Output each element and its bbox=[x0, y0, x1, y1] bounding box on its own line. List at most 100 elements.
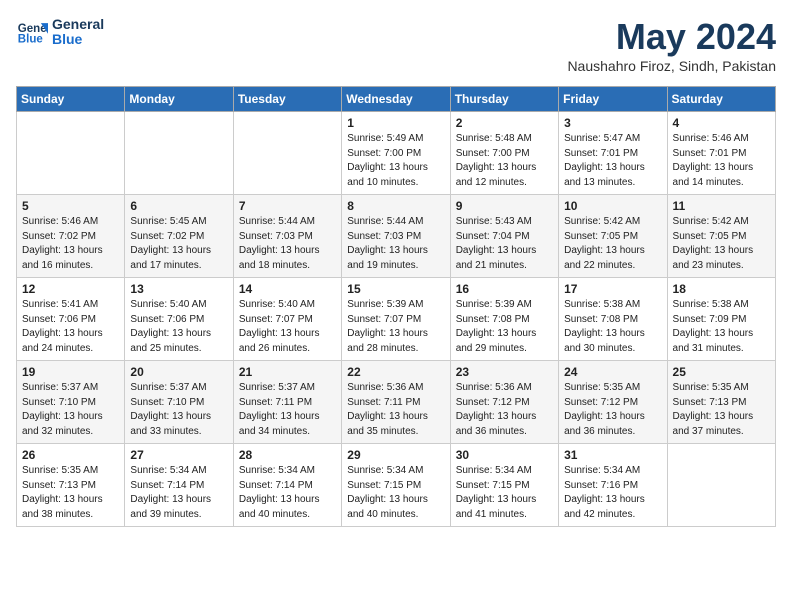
calendar-cell: 3 Sunrise: 5:47 AM Sunset: 7:01 PM Daylig… bbox=[559, 112, 667, 195]
calendar-header-sunday: Sunday bbox=[17, 87, 125, 112]
calendar-cell: 19Sunrise: 5:37 AM Sunset: 7:10 PM Dayli… bbox=[17, 361, 125, 444]
calendar-cell: 28 Sunrise: 5:34 AM Sunset: 7:14 PM Dayli… bbox=[233, 444, 341, 527]
calendar-cell bbox=[125, 112, 233, 195]
calendar-cell bbox=[667, 444, 775, 527]
svg-text:Blue: Blue bbox=[18, 34, 44, 46]
day-info: Sunrise: 5:34 AM Sunset: 7:15 PM Dayligh… bbox=[347, 464, 444, 522]
day-info: Sunrise: 5:42 AM Sunset: 7:05 PM Dayligh… bbox=[673, 215, 770, 273]
calendar-cell: 11Sunrise: 5:42 AM Sunset: 7:05 PM Dayli… bbox=[667, 195, 775, 278]
day-number: 19 bbox=[22, 365, 119, 379]
day-info: Sunrise: 5:40 AM Sunset: 7:06 PM Dayligh… bbox=[130, 298, 227, 356]
day-info: Sunrise: 5:36 AM Sunset: 7:12 PM Dayligh… bbox=[456, 381, 553, 439]
day-number: 29 bbox=[347, 448, 444, 462]
day-info: Sunrise: 5:49 AM Sunset: 7:00 PM Dayligh… bbox=[347, 132, 444, 190]
location: Naushahro Firoz, Sindh, Pakistan bbox=[567, 58, 776, 74]
calendar-header-saturday: Saturday bbox=[667, 87, 775, 112]
month-title: May 2024 bbox=[567, 16, 776, 58]
calendar-cell: 17 Sunrise: 5:38 AM Sunset: 7:08 PM Dayli… bbox=[559, 278, 667, 361]
calendar-header-row: SundayMondayTuesdayWednesdayThursdayFrid… bbox=[17, 87, 776, 112]
day-info: Sunrise: 5:34 AM Sunset: 7:14 PM Dayligh… bbox=[239, 464, 336, 522]
day-number: 9 bbox=[456, 199, 553, 213]
day-info: Sunrise: 5:34 AM Sunset: 7:14 PM Dayligh… bbox=[130, 464, 227, 522]
day-number: 21 bbox=[239, 365, 336, 379]
day-info: Sunrise: 5:46 AM Sunset: 7:02 PM Dayligh… bbox=[22, 215, 119, 273]
day-info: Sunrise: 5:43 AM Sunset: 7:04 PM Dayligh… bbox=[456, 215, 553, 273]
day-info: Sunrise: 5:39 AM Sunset: 7:08 PM Dayligh… bbox=[456, 298, 553, 356]
title-block: May 2024 Naushahro Firoz, Sindh, Pakista… bbox=[567, 16, 776, 74]
day-number: 1 bbox=[347, 116, 444, 130]
day-info: Sunrise: 5:45 AM Sunset: 7:02 PM Dayligh… bbox=[130, 215, 227, 273]
calendar-cell: 20 Sunrise: 5:37 AM Sunset: 7:10 PM Dayli… bbox=[125, 361, 233, 444]
calendar-cell: 14Sunrise: 5:40 AM Sunset: 7:07 PM Dayli… bbox=[233, 278, 341, 361]
calendar-cell: 16Sunrise: 5:39 AM Sunset: 7:08 PM Dayli… bbox=[450, 278, 558, 361]
calendar-cell: 18Sunrise: 5:38 AM Sunset: 7:09 PM Dayli… bbox=[667, 278, 775, 361]
day-number: 20 bbox=[130, 365, 227, 379]
day-info: Sunrise: 5:44 AM Sunset: 7:03 PM Dayligh… bbox=[239, 215, 336, 273]
day-number: 6 bbox=[130, 199, 227, 213]
day-number: 13 bbox=[130, 282, 227, 296]
calendar-week-row: 26Sunrise: 5:35 AM Sunset: 7:13 PM Dayli… bbox=[17, 444, 776, 527]
calendar-cell bbox=[233, 112, 341, 195]
day-info: Sunrise: 5:48 AM Sunset: 7:00 PM Dayligh… bbox=[456, 132, 553, 190]
day-number: 25 bbox=[673, 365, 770, 379]
day-info: Sunrise: 5:38 AM Sunset: 7:08 PM Dayligh… bbox=[564, 298, 661, 356]
calendar-cell: 2 Sunrise: 5:48 AM Sunset: 7:00 PM Daylig… bbox=[450, 112, 558, 195]
calendar-cell: 31Sunrise: 5:34 AM Sunset: 7:16 PM Dayli… bbox=[559, 444, 667, 527]
calendar-cell: 26Sunrise: 5:35 AM Sunset: 7:13 PM Dayli… bbox=[17, 444, 125, 527]
day-info: Sunrise: 5:38 AM Sunset: 7:09 PM Dayligh… bbox=[673, 298, 770, 356]
calendar-table: SundayMondayTuesdayWednesdayThursdayFrid… bbox=[16, 86, 776, 527]
calendar-cell: 12Sunrise: 5:41 AM Sunset: 7:06 PM Dayli… bbox=[17, 278, 125, 361]
calendar-cell: 6 Sunrise: 5:45 AM Sunset: 7:02 PM Daylig… bbox=[125, 195, 233, 278]
calendar-cell: 24 Sunrise: 5:35 AM Sunset: 7:12 PM Dayli… bbox=[559, 361, 667, 444]
calendar-cell: 5Sunrise: 5:46 AM Sunset: 7:02 PM Daylig… bbox=[17, 195, 125, 278]
day-info: Sunrise: 5:42 AM Sunset: 7:05 PM Dayligh… bbox=[564, 215, 661, 273]
day-number: 31 bbox=[564, 448, 661, 462]
day-info: Sunrise: 5:40 AM Sunset: 7:07 PM Dayligh… bbox=[239, 298, 336, 356]
day-info: Sunrise: 5:37 AM Sunset: 7:10 PM Dayligh… bbox=[130, 381, 227, 439]
day-number: 15 bbox=[347, 282, 444, 296]
day-number: 4 bbox=[673, 116, 770, 130]
day-number: 12 bbox=[22, 282, 119, 296]
calendar-cell: 10 Sunrise: 5:42 AM Sunset: 7:05 PM Dayli… bbox=[559, 195, 667, 278]
day-number: 24 bbox=[564, 365, 661, 379]
calendar-cell: 22Sunrise: 5:36 AM Sunset: 7:11 PM Dayli… bbox=[342, 361, 450, 444]
calendar-cell: 4Sunrise: 5:46 AM Sunset: 7:01 PM Daylig… bbox=[667, 112, 775, 195]
calendar-week-row: 1 Sunrise: 5:49 AM Sunset: 7:00 PM Daylig… bbox=[17, 112, 776, 195]
calendar-cell: 8 Sunrise: 5:44 AM Sunset: 7:03 PM Daylig… bbox=[342, 195, 450, 278]
calendar-cell: 30 Sunrise: 5:34 AM Sunset: 7:15 PM Dayli… bbox=[450, 444, 558, 527]
day-number: 10 bbox=[564, 199, 661, 213]
day-info: Sunrise: 5:47 AM Sunset: 7:01 PM Dayligh… bbox=[564, 132, 661, 190]
day-info: Sunrise: 5:35 AM Sunset: 7:12 PM Dayligh… bbox=[564, 381, 661, 439]
page-header: General Blue General Blue May 2024 Naush… bbox=[16, 16, 776, 74]
day-number: 8 bbox=[347, 199, 444, 213]
day-number: 3 bbox=[564, 116, 661, 130]
calendar-header-wednesday: Wednesday bbox=[342, 87, 450, 112]
calendar-week-row: 5Sunrise: 5:46 AM Sunset: 7:02 PM Daylig… bbox=[17, 195, 776, 278]
day-info: Sunrise: 5:34 AM Sunset: 7:15 PM Dayligh… bbox=[456, 464, 553, 522]
calendar-cell: 9 Sunrise: 5:43 AM Sunset: 7:04 PM Daylig… bbox=[450, 195, 558, 278]
logo-general: General bbox=[52, 17, 104, 32]
day-number: 17 bbox=[564, 282, 661, 296]
day-info: Sunrise: 5:37 AM Sunset: 7:11 PM Dayligh… bbox=[239, 381, 336, 439]
day-info: Sunrise: 5:39 AM Sunset: 7:07 PM Dayligh… bbox=[347, 298, 444, 356]
day-number: 28 bbox=[239, 448, 336, 462]
calendar-cell: 13 Sunrise: 5:40 AM Sunset: 7:06 PM Dayli… bbox=[125, 278, 233, 361]
day-info: Sunrise: 5:44 AM Sunset: 7:03 PM Dayligh… bbox=[347, 215, 444, 273]
calendar-cell: 15 Sunrise: 5:39 AM Sunset: 7:07 PM Dayli… bbox=[342, 278, 450, 361]
day-number: 22 bbox=[347, 365, 444, 379]
calendar-week-row: 12Sunrise: 5:41 AM Sunset: 7:06 PM Dayli… bbox=[17, 278, 776, 361]
day-info: Sunrise: 5:35 AM Sunset: 7:13 PM Dayligh… bbox=[22, 464, 119, 522]
day-info: Sunrise: 5:35 AM Sunset: 7:13 PM Dayligh… bbox=[673, 381, 770, 439]
calendar-cell: 21 Sunrise: 5:37 AM Sunset: 7:11 PM Dayli… bbox=[233, 361, 341, 444]
calendar-header-friday: Friday bbox=[559, 87, 667, 112]
calendar-header-tuesday: Tuesday bbox=[233, 87, 341, 112]
calendar-cell: 23Sunrise: 5:36 AM Sunset: 7:12 PM Dayli… bbox=[450, 361, 558, 444]
calendar-week-row: 19 Sunrise: 5:37 AM Sunset: 7:10 PM Dayli… bbox=[17, 361, 776, 444]
day-number: 2 bbox=[456, 116, 553, 130]
calendar-header-thursday: Thursday bbox=[450, 87, 558, 112]
calendar-cell bbox=[17, 112, 125, 195]
calendar-cell: 27Sunrise: 5:34 AM Sunset: 7:14 PM Dayli… bbox=[125, 444, 233, 527]
logo: General Blue General Blue bbox=[16, 16, 104, 48]
calendar-cell: 29 Sunrise: 5:34 AM Sunset: 7:15 PM Dayli… bbox=[342, 444, 450, 527]
day-number: 30 bbox=[456, 448, 553, 462]
